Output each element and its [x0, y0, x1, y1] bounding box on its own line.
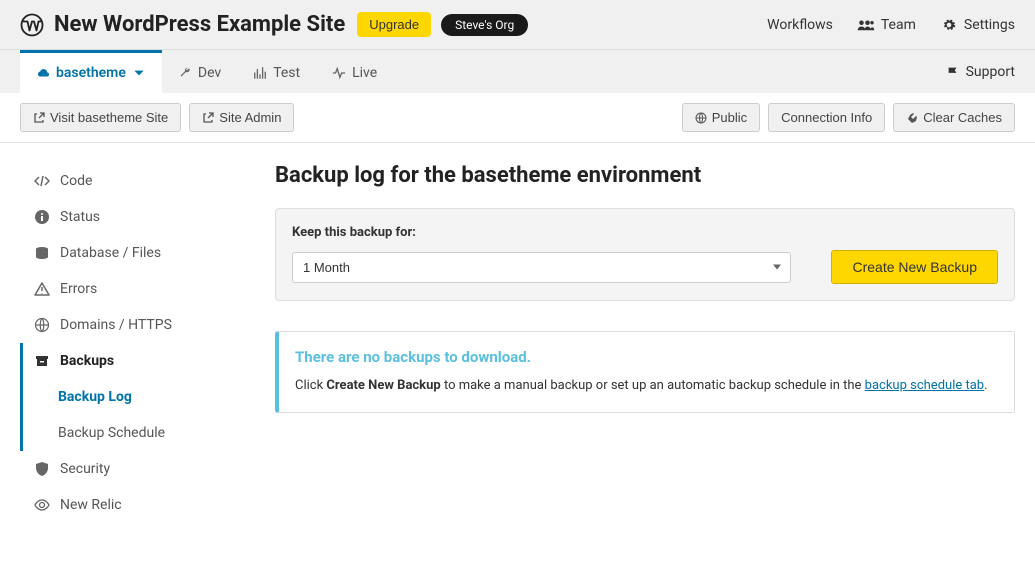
sidebar-errors-label: Errors [60, 281, 97, 297]
site-admin-label: Site Admin [219, 110, 281, 125]
workflows-label: Workflows [767, 17, 833, 33]
public-label: Public [712, 110, 747, 125]
org-pill[interactable]: Steve's Org [441, 14, 528, 36]
tab-dev[interactable]: Dev [162, 50, 237, 93]
settings-link[interactable]: Settings [940, 17, 1015, 33]
tab-test-label: Test [273, 65, 300, 81]
sidebar-subitem-backup-schedule[interactable]: Backup Schedule [50, 415, 245, 451]
backup-schedule-link[interactable]: backup schedule tab [865, 378, 984, 393]
code-icon [34, 173, 50, 189]
sidebar-item-backups[interactable]: Backups [20, 343, 245, 379]
sidebar-subitem-backup-log[interactable]: Backup Log [50, 379, 245, 415]
notice-title: There are no backups to download. [295, 348, 998, 366]
settings-label: Settings [964, 17, 1015, 33]
sidebar-sub-items: Backup Log Backup Schedule [20, 379, 245, 451]
sidebar: Code Status Database / Files Errors Doma… [20, 163, 245, 523]
sidebar-item-errors[interactable]: Errors [20, 271, 245, 307]
sidebar-item-new-relic[interactable]: New Relic [20, 487, 245, 523]
tab-test[interactable]: Test [237, 50, 316, 93]
notice-body: Click Create New Backup to make a manual… [295, 376, 998, 396]
keep-backup-label: Keep this backup for: [292, 225, 998, 240]
visit-site-button[interactable]: Visit basetheme Site [20, 103, 181, 132]
support-link[interactable]: Support [930, 52, 1015, 92]
cloud-icon [36, 66, 50, 80]
app-header: New WordPress Example Site Upgrade Steve… [0, 0, 1035, 50]
tab-basetheme-label: basetheme [56, 65, 126, 81]
team-link[interactable]: Team [857, 17, 916, 33]
wrench-icon [178, 66, 192, 80]
sidebar-code-label: Code [60, 173, 92, 189]
backup-config-box: Keep this backup for: 1 Month Create New… [275, 208, 1015, 301]
sidebar-database-label: Database / Files [60, 245, 161, 261]
main-content: Backup log for the basetheme environment… [245, 163, 1015, 523]
notice-text-suffix: . [984, 378, 987, 393]
sidebar-backups-label: Backups [60, 353, 114, 369]
upgrade-button[interactable]: Upgrade [357, 12, 431, 37]
keep-duration-select[interactable]: 1 Month [292, 252, 791, 283]
body-content: Code Status Database / Files Errors Doma… [0, 143, 1035, 543]
workflows-link[interactable]: Workflows [767, 17, 833, 33]
keep-duration-select-wrap: 1 Month [292, 252, 791, 283]
page-title: Backup log for the basetheme environment [275, 163, 1015, 188]
chevron-down-icon [132, 66, 146, 80]
sidebar-domains-label: Domains / HTTPS [60, 317, 172, 333]
site-title: New WordPress Example Site [54, 12, 345, 37]
tab-live[interactable]: Live [316, 50, 393, 93]
env-tabs-bar: basetheme Dev Test Live Support [0, 50, 1035, 93]
notice-text-bold: Create New Backup [326, 378, 440, 393]
notice-text-mid: to make a manual backup or set up an aut… [441, 378, 865, 393]
tab-dev-label: Dev [198, 65, 221, 81]
connection-info-button[interactable]: Connection Info [768, 103, 885, 132]
sidebar-item-security[interactable]: Security [20, 451, 245, 487]
wordpress-logo-icon [20, 13, 44, 37]
external-link-icon [202, 112, 214, 124]
visit-site-label: Visit basetheme Site [50, 110, 168, 125]
tab-live-label: Live [352, 65, 377, 81]
pulse-icon [253, 66, 267, 80]
sidebar-item-status[interactable]: Status [20, 199, 245, 235]
team-label: Team [881, 17, 916, 33]
clear-caches-button[interactable]: Clear Caches [893, 103, 1015, 132]
external-link-icon [33, 112, 45, 124]
public-button[interactable]: Public [682, 103, 760, 132]
site-admin-button[interactable]: Site Admin [189, 103, 294, 132]
sidebar-item-code[interactable]: Code [20, 163, 245, 199]
action-bar: Visit basetheme Site Site Admin Public C… [0, 93, 1035, 143]
heartbeat-icon [332, 66, 346, 80]
globe-icon [34, 317, 50, 333]
sidebar-newrelic-label: New Relic [60, 497, 122, 513]
gear-icon [940, 18, 958, 32]
shield-icon [34, 461, 50, 477]
sidebar-item-domains-https[interactable]: Domains / HTTPS [20, 307, 245, 343]
info-icon [34, 209, 50, 225]
alert-icon [34, 281, 50, 297]
sidebar-security-label: Security [60, 461, 110, 477]
team-icon [857, 18, 875, 32]
sidebar-status-label: Status [60, 209, 100, 225]
empty-backups-notice: There are no backups to download. Click … [275, 331, 1015, 413]
tab-basetheme[interactable]: basetheme [20, 50, 162, 93]
support-label: Support [966, 64, 1015, 80]
eye-icon [34, 497, 50, 513]
database-icon [34, 245, 50, 261]
sidebar-item-database-files[interactable]: Database / Files [20, 235, 245, 271]
create-backup-button[interactable]: Create New Backup [831, 250, 998, 284]
notice-text-prefix: Click [295, 378, 326, 393]
broom-icon [906, 112, 918, 124]
globe-icon [695, 112, 707, 124]
clear-caches-label: Clear Caches [923, 110, 1002, 125]
archive-icon [34, 353, 50, 369]
flag-icon [946, 65, 960, 79]
